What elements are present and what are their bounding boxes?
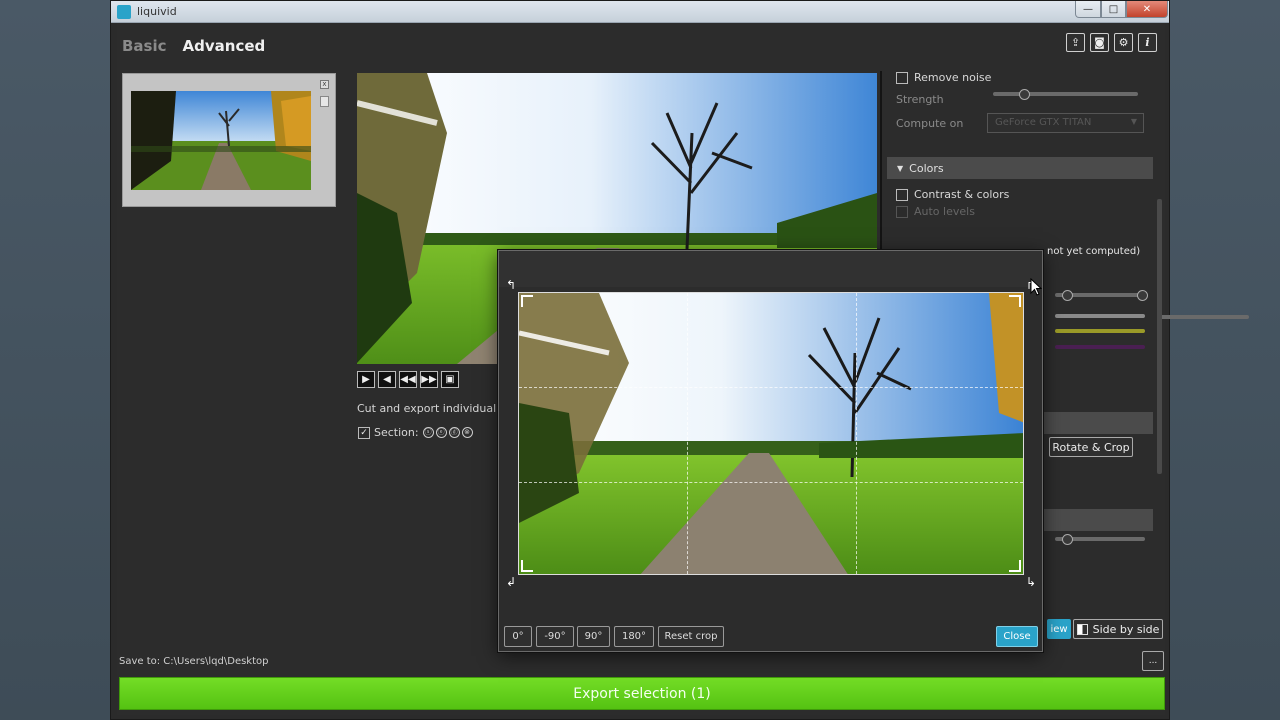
section-end-icon[interactable]: ⓔ — [435, 427, 447, 438]
rotate-180-button[interactable]: 180° — [614, 626, 654, 647]
section-label: Section: — [374, 426, 419, 439]
fast-forward-button[interactable]: ▶▶ — [420, 371, 438, 388]
rotate-crop-dialog: ↰ ↱ ↲ ↳ — [498, 250, 1043, 652]
dialog-header — [499, 251, 1042, 287]
strength-slider-thumb[interactable] — [1019, 89, 1030, 100]
rotate-crop-button[interactable]: Rotate & Crop — [1049, 437, 1133, 457]
rotate-handle-br-icon[interactable]: ↳ — [1025, 576, 1037, 588]
strength-slider-track[interactable] — [993, 92, 1138, 96]
rotate-handle-bl-icon[interactable]: ↲ — [505, 576, 517, 588]
cut-export-description: Cut and export individual sections — [357, 402, 499, 415]
yellow-slider-track[interactable] — [1055, 329, 1145, 333]
side-by-side-button[interactable]: Side by side — [1073, 619, 1163, 639]
not-computed-text: not yet computed) — [1047, 246, 1141, 257]
desktop-background-left — [0, 0, 110, 720]
gear-icon[interactable]: ⚙ — [1114, 33, 1133, 52]
crop-grid-line — [856, 293, 857, 574]
close-dialog-button[interactable]: Close — [996, 626, 1038, 647]
close-window-button[interactable]: ✕ — [1126, 1, 1168, 18]
step-back-button[interactable]: ◀ — [378, 371, 396, 388]
top-toolbar: ⇪ ◙ ⚙ i — [1066, 33, 1157, 52]
remove-noise-checkbox[interactable] — [896, 71, 908, 84]
colors-section-header[interactable]: ▼ Colors — [887, 157, 1153, 179]
mode-tabs: Basic Advanced — [122, 37, 265, 55]
rotate-minus-90-button[interactable]: -90° — [536, 626, 574, 647]
crop-grid-line — [519, 482, 1023, 483]
desktop-background-right — [1168, 0, 1280, 720]
rewind-button[interactable]: ◀◀ — [399, 371, 417, 388]
remove-noise-label: Remove noise — [914, 71, 992, 84]
side-by-side-icon — [1076, 623, 1088, 635]
mouse-cursor-icon — [1030, 278, 1042, 296]
share-icon[interactable]: ⇪ — [1066, 33, 1085, 52]
hidden-slider-1[interactable] — [1159, 315, 1249, 319]
title-bar: liquivid — □ ✕ — [111, 1, 1169, 23]
section-start-icon[interactable]: ⓢ — [422, 427, 434, 438]
triangle-down-icon: ▼ — [897, 163, 904, 173]
settings-scrollbar[interactable] — [1157, 199, 1162, 474]
contrast-colors-label: Contrast & colors — [914, 188, 1010, 201]
auto-levels-label: Auto levels — [914, 205, 975, 218]
panel-divider[interactable] — [880, 71, 882, 251]
magenta-slider-track[interactable] — [1055, 345, 1145, 349]
crop-grid-line — [519, 387, 1023, 388]
colors-header-label: Colors — [909, 161, 944, 175]
compute-device-select[interactable]: GeForce GTX TITAN ▼ — [987, 113, 1144, 133]
clip-info-icon[interactable] — [320, 96, 329, 107]
camera-icon[interactable]: ◙ — [1090, 33, 1109, 52]
contrast-slider-track[interactable] — [1055, 314, 1145, 318]
section-delete-icon[interactable]: ⊗ — [461, 427, 473, 438]
brightness-slider-thumb-left[interactable] — [1062, 290, 1073, 301]
crop-handle-bottom-right[interactable] — [1009, 560, 1021, 572]
maximize-button[interactable]: □ — [1101, 1, 1126, 18]
crop-preview-image[interactable] — [518, 292, 1024, 575]
remove-noise-row: Remove noise — [896, 71, 991, 84]
export-selection-button[interactable]: Export selection (1) — [119, 677, 1165, 710]
app-icon — [117, 5, 131, 19]
window-title: liquivid — [137, 5, 177, 18]
rotate-90-button[interactable]: 90° — [577, 626, 610, 647]
strength-label: Strength — [896, 93, 944, 106]
reset-crop-button[interactable]: Reset crop — [658, 626, 724, 647]
crop-handle-bottom-left[interactable] — [521, 560, 533, 572]
lower-slider-thumb[interactable] — [1062, 534, 1073, 545]
preview-tab[interactable]: iew — [1047, 619, 1071, 639]
auto-levels-checkbox[interactable] — [896, 205, 908, 218]
snapshot-button[interactable]: ▣ — [441, 371, 459, 388]
minimize-button[interactable]: — — [1075, 1, 1101, 18]
crop-handle-top-left[interactable] — [521, 295, 533, 307]
crop-handle-top-right[interactable] — [1009, 295, 1021, 307]
section-row: ✓ Section: ⓢ ⓔ ⓓ ⊗ — [358, 426, 473, 439]
side-by-side-label: Side by side — [1092, 622, 1160, 636]
browse-button[interactable]: ... — [1142, 651, 1164, 671]
auto-levels-row: Auto levels — [896, 205, 975, 218]
save-path[interactable]: Save to: C:\Users\lqd\Desktop — [119, 656, 269, 667]
info-icon[interactable]: i — [1138, 33, 1157, 52]
tab-basic[interactable]: Basic — [122, 37, 167, 55]
brightness-slider-thumb[interactable] — [1137, 290, 1148, 301]
clip-thumbnail-card[interactable]: x — [122, 73, 336, 207]
transport-controls: ▶ ◀ ◀◀ ▶▶ ▣ — [357, 371, 459, 388]
crop-grid-line — [687, 293, 688, 574]
play-button[interactable]: ▶ — [357, 371, 375, 388]
rotate-0-button[interactable]: 0° — [504, 626, 532, 647]
compute-device-value: GeForce GTX TITAN — [995, 117, 1092, 128]
remove-clip-icon[interactable]: x — [320, 80, 329, 89]
section-checkbox[interactable]: ✓ — [358, 426, 370, 439]
contrast-colors-checkbox[interactable] — [896, 188, 908, 201]
section-duplicate-icon[interactable]: ⓓ — [448, 427, 460, 438]
clip-thumbnail-image[interactable] — [131, 91, 311, 190]
section-icons: ⓢ ⓔ ⓓ ⊗ — [422, 427, 473, 438]
contrast-colors-row: Contrast & colors — [896, 188, 1009, 201]
tab-advanced[interactable]: Advanced — [183, 37, 266, 55]
compute-on-label: Compute on — [896, 117, 964, 130]
chevron-down-icon: ▼ — [1130, 117, 1137, 126]
rotate-handle-tl-icon[interactable]: ↰ — [505, 279, 517, 291]
